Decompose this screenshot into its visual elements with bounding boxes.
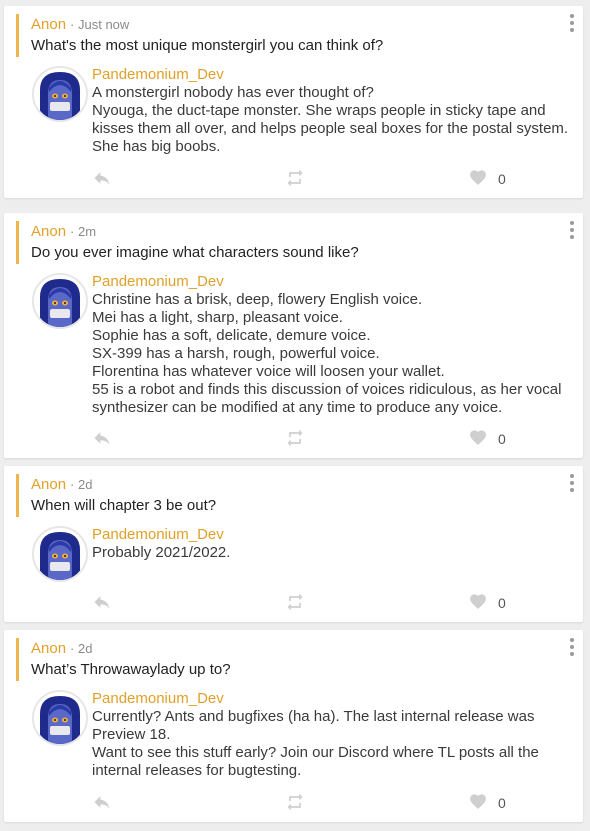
answer-line: She has big boobs. <box>92 138 221 155</box>
question-author[interactable]: Anon <box>31 640 66 657</box>
reply-icon[interactable] <box>92 592 112 617</box>
answer-line: Currently? Ants and bugfixes (ha ha). Th… <box>92 708 535 725</box>
answer-line: internal releases for bugtesting. <box>92 762 302 779</box>
like-count: 0 <box>498 795 506 811</box>
reply-icon[interactable] <box>92 792 112 817</box>
more-vertical-icon[interactable] <box>569 638 575 656</box>
answer-author[interactable]: Pandemonium_Dev <box>92 526 572 544</box>
heart-icon[interactable] <box>468 168 488 192</box>
question-time: 2d <box>78 641 93 656</box>
like-count: 0 <box>498 595 506 611</box>
answer-line: Mei has a light, sharp, pleasant voice. <box>92 309 343 326</box>
question: Anon · 2d What’s Throwawaylady up to? <box>16 638 231 681</box>
reply-icon[interactable] <box>92 168 112 193</box>
question: Anon · Just now What's the most unique mo… <box>16 14 383 57</box>
question-text: When will chapter 3 be out? <box>31 497 217 514</box>
heart-icon[interactable] <box>468 792 488 816</box>
answer-line: kisses them all over, and helps people s… <box>92 120 569 137</box>
answer-line: Nyouga, the duct-tape monster. She wraps… <box>92 102 546 119</box>
more-vertical-icon[interactable] <box>569 14 575 32</box>
repost-icon[interactable] <box>284 168 306 193</box>
post-card: Anon · 2d When will chapter 3 be out? Pan… <box>4 466 583 622</box>
answer-line: 55 is a robot and finds this discussion … <box>92 381 562 398</box>
answer-line: Christine has a brisk, deep, flowery Eng… <box>92 291 423 308</box>
post-card: Anon · 2d What’s Throwawaylady up to? Pan… <box>4 630 583 822</box>
question-text: Do you ever imagine what characters soun… <box>31 244 359 261</box>
action-bar: 0 <box>4 792 583 816</box>
question: Anon · 2d When will chapter 3 be out? <box>16 474 216 517</box>
question-time: Just now <box>78 17 130 32</box>
avatar[interactable] <box>32 66 88 122</box>
question-author[interactable]: Anon <box>31 476 66 493</box>
answer-line: SX-399 has a harsh, rough, powerful voic… <box>92 345 380 362</box>
reply-icon[interactable] <box>92 428 112 453</box>
more-vertical-icon[interactable] <box>569 221 575 239</box>
answer-line: Want to see this stuff early? Join our D… <box>92 744 539 761</box>
question-text: What’s Throwawaylady up to? <box>31 661 231 678</box>
more-vertical-icon[interactable] <box>569 474 575 492</box>
answer-line: Preview 18. <box>92 726 171 743</box>
repost-icon[interactable] <box>284 428 306 453</box>
question-time: 2m <box>78 224 97 239</box>
answer-author[interactable]: Pandemonium_Dev <box>92 66 572 84</box>
answer-line: Florentina has whatever voice will loose… <box>92 363 445 380</box>
action-bar: 0 <box>4 592 583 616</box>
question-time: 2d <box>78 477 93 492</box>
action-bar: 0 <box>4 168 583 192</box>
answer-line: A monstergirl nobody has ever thought of… <box>92 84 374 101</box>
answer-author[interactable]: Pandemonium_Dev <box>92 690 572 708</box>
question-text: What's the most unique monstergirl you c… <box>31 37 384 54</box>
answer-line: synthesizer can be modified at any time … <box>92 399 503 416</box>
heart-icon[interactable] <box>468 592 488 616</box>
question-author[interactable]: Anon <box>31 16 66 33</box>
post-card: Anon · 2m Do you ever imagine what charac… <box>4 213 583 458</box>
post-card: Anon · Just now What's the most unique mo… <box>4 6 583 198</box>
repost-icon[interactable] <box>284 792 306 817</box>
avatar[interactable] <box>32 273 88 329</box>
answer-line: Sophie has a soft, delicate, demure voic… <box>92 327 371 344</box>
question-author[interactable]: Anon <box>31 223 66 240</box>
avatar[interactable] <box>32 690 88 746</box>
answer-author[interactable]: Pandemonium_Dev <box>92 273 572 291</box>
question: Anon · 2m Do you ever imagine what charac… <box>16 221 359 264</box>
answer-line: Probably 2021/2022. <box>92 544 231 561</box>
like-count: 0 <box>498 431 506 447</box>
like-count: 0 <box>498 171 506 187</box>
avatar[interactable] <box>32 526 88 582</box>
action-bar: 0 <box>4 428 583 452</box>
repost-icon[interactable] <box>284 592 306 617</box>
heart-icon[interactable] <box>468 428 488 452</box>
